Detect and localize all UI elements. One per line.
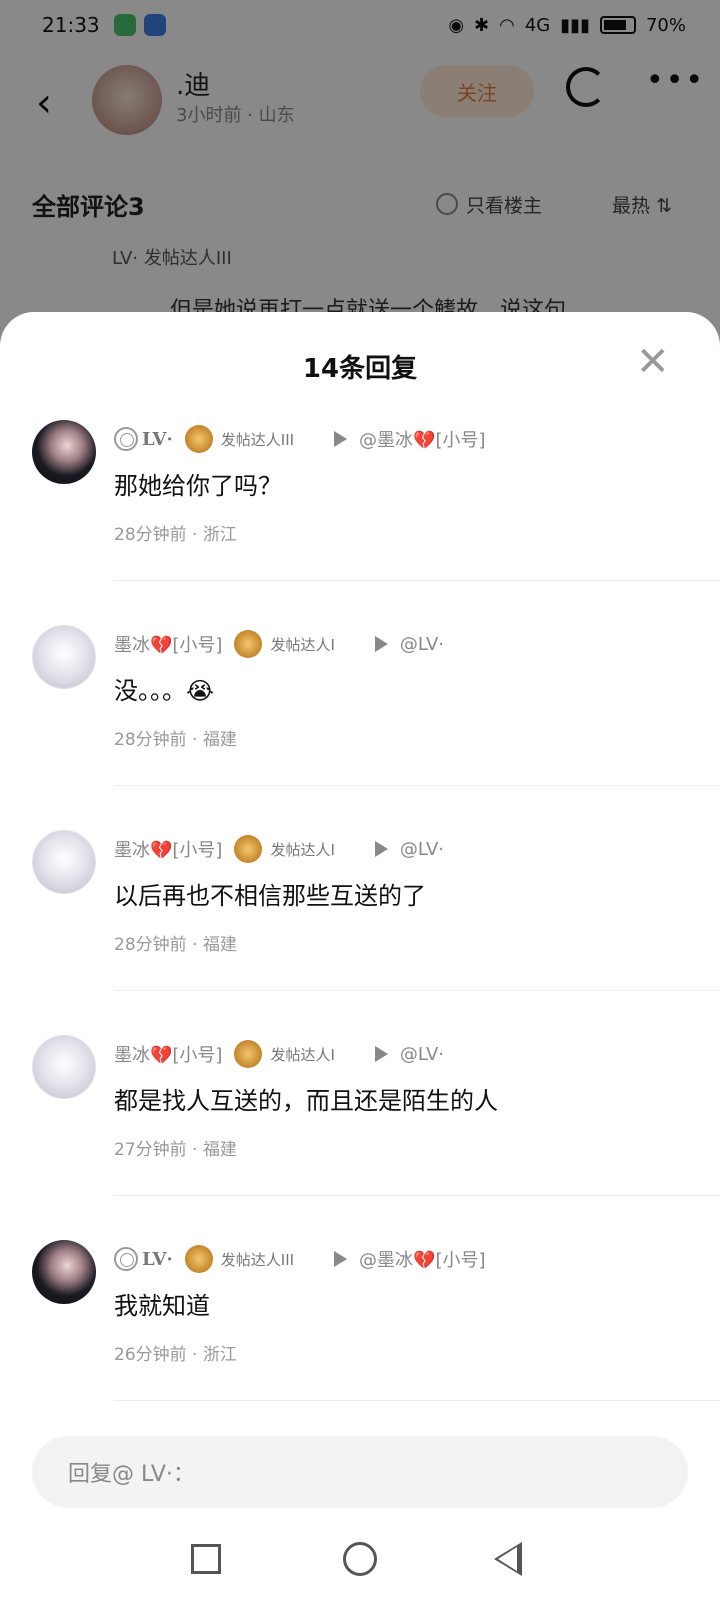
user-avatar[interactable] (32, 830, 96, 894)
divider (114, 990, 720, 991)
reply-to-arrow-icon (334, 1251, 348, 1267)
close-icon[interactable]: ✕ (636, 342, 670, 382)
badge-icon (184, 1245, 213, 1273)
reply-input[interactable]: 回复@ LV·： (32, 1436, 688, 1508)
user-avatar[interactable] (32, 625, 96, 689)
replies-sheet: 14条回复 ✕ LV· 发帖达人III @墨冰💔[小号] 那她给你了吗？ 28分钟前 ·… (0, 312, 720, 1612)
reply-meta: 墨冰💔[小号] 发帖达人I @LV· (114, 1039, 444, 1069)
reply-to-arrow-icon (374, 841, 388, 857)
reply-user[interactable]: 墨冰💔[小号] (114, 1041, 222, 1067)
badge-label: 发帖达人III (220, 430, 295, 449)
user-avatar[interactable] (32, 1240, 96, 1304)
reply-text: 以后再也不相信那些互送的了 (114, 882, 426, 910)
reply-to-arrow-icon (374, 636, 388, 652)
reply-item[interactable]: LV· 发帖达人III @墨冰💔[小号] 那她给你了吗？ 28分钟前 · 浙江 (0, 420, 720, 630)
reply-item[interactable]: LV· 发帖达人III @墨冰💔[小号] 我就知道 26分钟前 · 浙江 (0, 1240, 720, 1450)
reply-target[interactable]: @LV· (400, 839, 444, 860)
reply-user[interactable]: LV· (142, 1249, 173, 1270)
reply-time-location: 27分钟前 · 福建 (114, 1140, 237, 1160)
reply-input-placeholder: 回复@ LV·： (68, 1462, 195, 1487)
reply-time-location: 26分钟前 · 浙江 (114, 1345, 237, 1365)
divider (114, 1195, 720, 1196)
reply-item[interactable]: 墨冰💔[小号] 发帖达人I @LV· 以后再也不相信那些互送的了 28分钟前 · 福建 (0, 830, 720, 1040)
divider (114, 1400, 720, 1401)
reply-user[interactable]: LV· (142, 429, 173, 450)
reply-target[interactable]: @LV· (400, 634, 444, 655)
badge-icon (234, 1040, 263, 1068)
square-icon[interactable] (191, 1544, 221, 1574)
divider (114, 580, 720, 581)
sheet-title: 14条回复 (302, 354, 418, 384)
badge-label: 发帖达人I (270, 635, 335, 654)
badge-label: 发帖达人I (270, 1045, 335, 1064)
reply-target[interactable]: @墨冰💔[小号] (359, 1246, 485, 1272)
user-avatar[interactable] (32, 1035, 96, 1099)
circle-icon[interactable] (343, 1542, 377, 1576)
reply-target[interactable]: @LV· (400, 1044, 444, 1065)
reply-item[interactable]: 墨冰💔[小号] 发帖达人I @LV· 都是找人互送的，而且还是陌生的人 27分钟前 · … (0, 1035, 720, 1245)
back-triangle-icon[interactable] (494, 1542, 522, 1576)
reply-item[interactable]: 墨冰💔[小号] 发帖达人I @LV· 没。。。😭 28分钟前 · 福建 (0, 625, 720, 835)
reply-meta: 墨冰💔[小号] 发帖达人I @LV· (114, 629, 444, 659)
reply-meta: LV· 发帖达人III @墨冰💔[小号] (114, 424, 486, 454)
reply-text: 都是找人互送的，而且还是陌生的人 (114, 1087, 498, 1115)
reply-to-arrow-icon (334, 431, 348, 447)
spider-web-icon (114, 427, 138, 451)
badge-label: 发帖达人III (220, 1250, 295, 1269)
reply-text: 没。。。😭 (114, 677, 215, 705)
system-nav-bar (0, 1530, 720, 1612)
reply-time-location: 28分钟前 · 福建 (114, 730, 237, 750)
divider (114, 785, 720, 786)
spider-web-icon (114, 1247, 138, 1271)
badge-label: 发帖达人I (270, 840, 335, 859)
reply-time-location: 28分钟前 · 浙江 (114, 525, 237, 545)
reply-to-arrow-icon (374, 1046, 388, 1062)
reply-user[interactable]: 墨冰💔[小号] (114, 836, 222, 862)
user-avatar[interactable] (32, 420, 96, 484)
badge-icon (234, 835, 263, 863)
reply-text: 我就知道 (114, 1292, 210, 1320)
reply-meta: 墨冰💔[小号] 发帖达人I @LV· (114, 834, 444, 864)
reply-text: 那她给你了吗？ (114, 472, 282, 500)
reply-user[interactable]: 墨冰💔[小号] (114, 631, 222, 657)
reply-time-location: 28分钟前 · 福建 (114, 935, 237, 955)
badge-icon (184, 425, 213, 453)
reply-meta: LV· 发帖达人III @墨冰💔[小号] (114, 1244, 486, 1274)
reply-target[interactable]: @墨冰💔[小号] (359, 426, 485, 452)
badge-icon (234, 630, 263, 658)
